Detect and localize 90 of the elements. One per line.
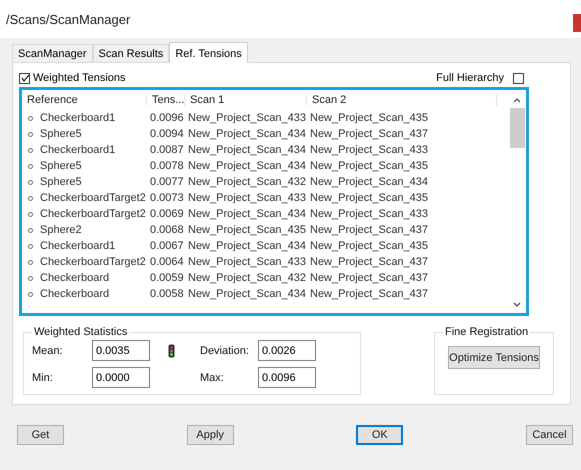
target-icon xyxy=(28,260,33,264)
stat-label: Deviation: xyxy=(200,344,250,356)
table-cell-text: Checkerboard1 xyxy=(39,240,116,252)
stat-field[interactable]: 0.0035 xyxy=(92,340,150,361)
table-cell-text: New_Project_Scan_432 xyxy=(187,176,307,188)
column-header[interactable]: Scan 2 xyxy=(307,94,497,106)
table-cell-text: New_Project_Scan_437 xyxy=(309,288,430,300)
table-cell-text: CheckerboardTarget2 xyxy=(39,256,146,268)
table-cell-text: New_Project_Scan_435 xyxy=(309,160,430,172)
window-title: /Scans/ScanManager xyxy=(6,12,130,27)
table-cell-text: Sphere5 xyxy=(39,128,82,140)
target-icon xyxy=(28,180,33,184)
table-cell-text: New_Project_Scan_434 xyxy=(309,176,430,188)
full-hierarchy-checkbox[interactable]: Full Hierarchy xyxy=(436,72,524,84)
table-cell-text: New_Project_Scan_432 xyxy=(187,272,307,284)
scroll-down-icon[interactable] xyxy=(512,301,522,309)
table-cell-text: New_Project_Scan_433 xyxy=(187,112,307,124)
target-icon xyxy=(28,212,33,216)
table-cell-text: 0.0068 xyxy=(149,224,185,236)
table-cell-text: New_Project_Scan_434 xyxy=(187,128,307,140)
table-cell-text: New_Project_Scan_434 xyxy=(187,208,307,220)
table-cell-text: 0.0087 xyxy=(149,144,185,156)
table-cell-text: New_Project_Scan_437 xyxy=(309,256,430,268)
table-cell-text: New_Project_Scan_434 xyxy=(187,240,307,252)
table-cell-text: Sphere5 xyxy=(39,160,82,172)
stat-label: Mean: xyxy=(32,344,64,356)
table-cell-text: Checkerboard1 xyxy=(39,112,116,124)
stat-label: Min: xyxy=(32,372,54,384)
table-cell-text: 0.0058 xyxy=(149,288,185,300)
target-icon xyxy=(28,244,33,248)
stat-field[interactable]: 0.0096 xyxy=(258,367,316,388)
checkmark-icon xyxy=(22,74,29,82)
table-cell-text: New_Project_Scan_435 xyxy=(309,240,430,252)
table-cell-text: New_Project_Scan_433 xyxy=(187,192,307,204)
table-cell-text: New_Project_Scan_433 xyxy=(309,208,430,220)
table-cell-text: New_Project_Scan_434 xyxy=(187,160,307,172)
table-cell-text: Sphere2 xyxy=(39,224,82,236)
column-header[interactable]: Tens... xyxy=(147,94,185,106)
target-icon xyxy=(28,292,33,296)
table-cell-text: 0.0067 xyxy=(149,240,185,252)
table-cell-text: New_Project_Scan_435 xyxy=(309,112,430,124)
tab[interactable]: Ref. Tensions xyxy=(169,42,248,63)
target-icon xyxy=(28,196,33,200)
target-icon xyxy=(28,228,33,232)
table-cell-text: 0.0078 xyxy=(149,160,185,172)
stat-field[interactable]: 0.0026 xyxy=(258,340,316,361)
table-cell-text: 0.0073 xyxy=(149,192,185,204)
table-cell-text: New_Project_Scan_434 xyxy=(187,288,307,300)
table-cell-text: Checkerboard xyxy=(39,272,110,284)
tab[interactable]: Scan Results xyxy=(92,44,170,62)
table-cell-text: 0.0077 xyxy=(149,176,185,188)
dialog-button[interactable]: OK xyxy=(356,425,404,445)
table-cell-text: New_Project_Scan_433 xyxy=(309,144,430,156)
dialog-button[interactable]: Apply xyxy=(186,425,234,445)
table-cell-text: 0.0094 xyxy=(149,128,185,140)
weighted-tensions-checkbox[interactable]: Weighted Tensions xyxy=(19,72,126,84)
target-icon xyxy=(28,276,33,280)
table-cell-text: New_Project_Scan_437 xyxy=(309,224,430,236)
table-cell-text: New_Project_Scan_433 xyxy=(187,256,307,268)
dialog-button[interactable]: Cancel xyxy=(526,425,573,445)
table-cell-text: Sphere5 xyxy=(39,176,82,188)
table-cell-text: New_Project_Scan_435 xyxy=(309,192,430,204)
table-cell-text: Checkerboard1 xyxy=(39,144,116,156)
tab[interactable]: ScanManager xyxy=(12,44,92,62)
dialog-button[interactable]: Get xyxy=(17,425,64,445)
table-cell-text: New_Project_Scan_434 xyxy=(187,144,307,156)
group-title: Weighted Statistics xyxy=(33,326,128,338)
table-cell-text: CheckerboardTarget2 xyxy=(39,208,146,220)
table-cell-text: New_Project_Scan_435 xyxy=(187,224,307,236)
stat-field[interactable]: 0.0000 xyxy=(92,367,150,388)
target-icon xyxy=(28,148,33,152)
traffic-light-icon xyxy=(168,344,175,358)
table-cell-text: CheckerboardTarget2 xyxy=(39,192,146,204)
scrollbar-thumb[interactable] xyxy=(510,108,524,148)
table-cell-text: 0.0059 xyxy=(149,272,185,284)
table-cell-text: Checkerboard xyxy=(39,288,110,300)
group-title: Fine Registration xyxy=(444,326,530,338)
target-icon xyxy=(28,132,33,136)
target-icon xyxy=(28,164,33,168)
table-cell-text: New_Project_Scan_437 xyxy=(309,128,430,140)
stat-label: Max: xyxy=(200,372,225,384)
column-header[interactable]: Scan 1 xyxy=(185,94,307,106)
table-cell-text: New_Project_Scan_437 xyxy=(309,272,430,284)
optimize-tensions-button[interactable]: Optimize Tensions xyxy=(448,346,540,369)
table-cell-text: 0.0064 xyxy=(149,256,185,268)
table-cell-text: 0.0069 xyxy=(149,208,185,220)
target-icon xyxy=(28,116,33,120)
scroll-up-icon[interactable] xyxy=(512,96,522,104)
column-header[interactable]: Reference xyxy=(22,94,147,106)
table-cell-text: 0.0096 xyxy=(149,112,185,124)
